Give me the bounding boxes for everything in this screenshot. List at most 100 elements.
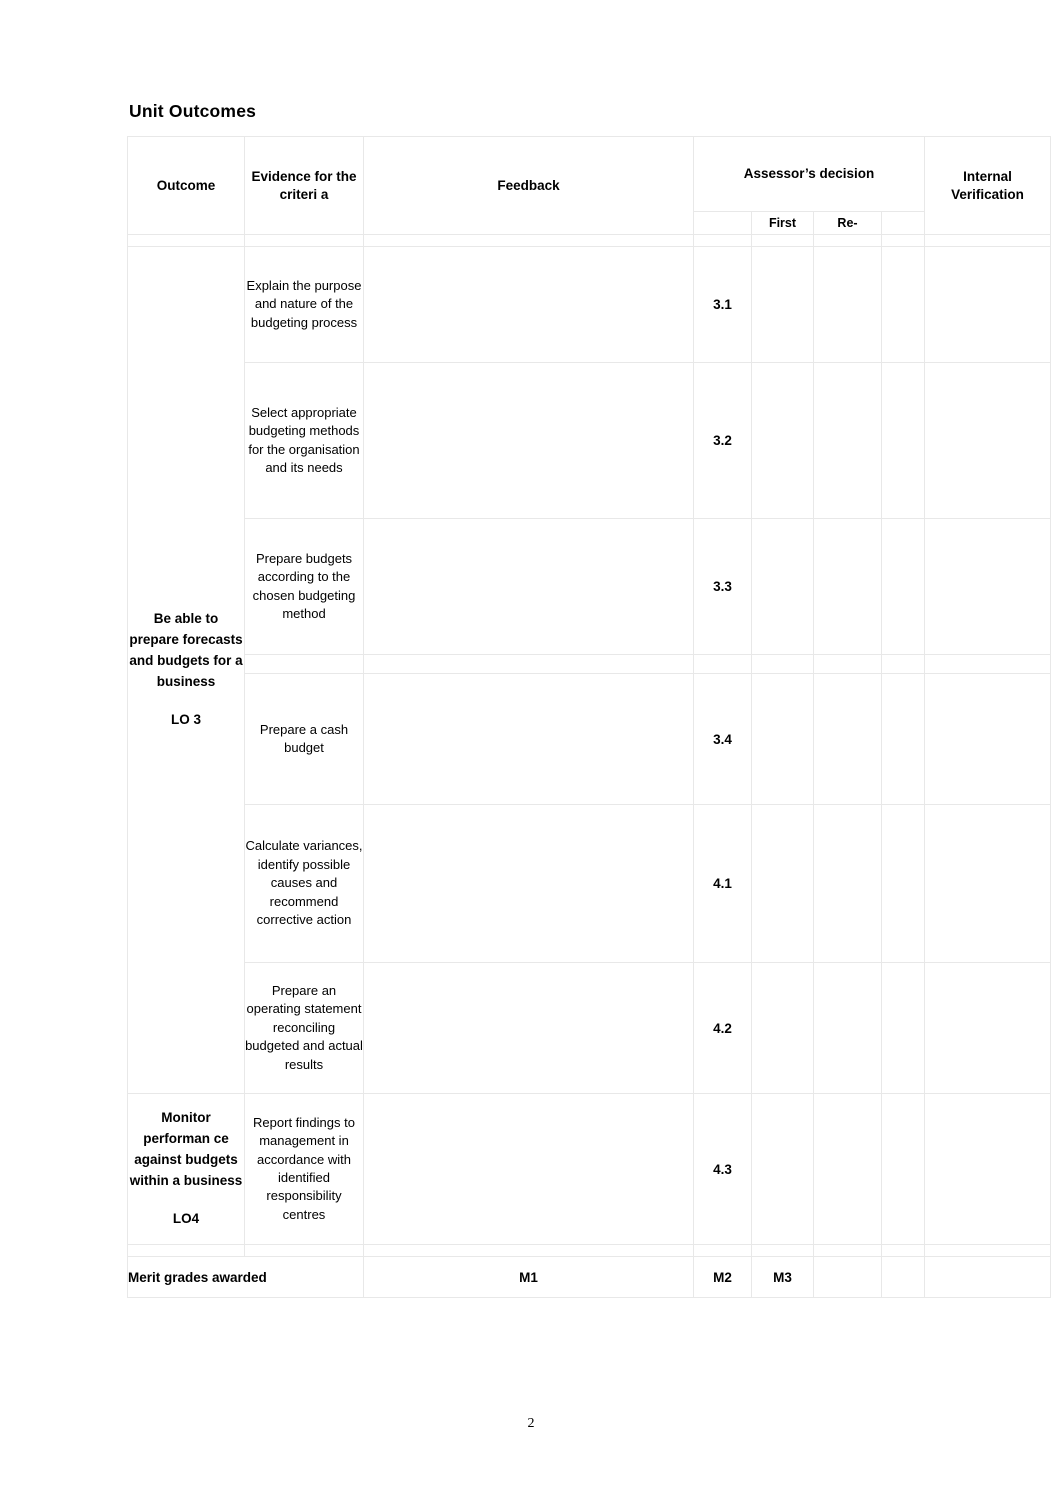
spacer-row-mid xyxy=(128,654,1052,674)
evidence-4-3: Report findings to management in accorda… xyxy=(244,1093,364,1245)
merit-m1[interactable]: M1 xyxy=(363,1256,694,1298)
blank-4-3 xyxy=(880,1093,926,1245)
criteria-3-1: 3.1 xyxy=(693,246,752,363)
merit-iv[interactable] xyxy=(924,1256,1052,1298)
unit-outcomes-table: Outcome Evidence for the criteri a Feedb… xyxy=(127,136,1052,1298)
first-3-3[interactable] xyxy=(751,518,814,655)
criteria-4-2: 4.2 xyxy=(693,962,752,1094)
iv-4-3[interactable] xyxy=(924,1093,1052,1245)
blank-3-2 xyxy=(880,362,926,519)
evidence-3-3: Prepare budgets according to the chosen … xyxy=(244,518,364,655)
criteria-3-4: 3.4 xyxy=(693,673,752,805)
first-4-1[interactable] xyxy=(751,804,814,963)
subheader-crit-blank xyxy=(693,211,752,235)
re-3-4[interactable] xyxy=(813,673,882,805)
table-row: Select appropriate budgeting methods for… xyxy=(128,362,1052,519)
spacer-mid-blank xyxy=(880,654,926,674)
feedback-4-1[interactable] xyxy=(363,804,694,963)
spacer-feedback xyxy=(363,234,694,247)
spacer-bottom-crit xyxy=(693,1244,752,1257)
spacer-first xyxy=(751,234,814,247)
spacer-bottom-iv xyxy=(924,1244,1052,1257)
first-4-2[interactable] xyxy=(751,962,814,1094)
re-4-2[interactable] xyxy=(813,962,882,1094)
first-3-1[interactable] xyxy=(751,246,814,363)
feedback-4-2[interactable] xyxy=(363,962,694,1094)
spacer-mid-feedback xyxy=(363,654,694,674)
header-feedback: Feedback xyxy=(363,136,694,235)
spacer-row-bottom xyxy=(127,1244,1052,1257)
criteria-4-3: 4.3 xyxy=(693,1093,752,1245)
blank-3-4 xyxy=(880,673,926,805)
subheader-blank xyxy=(880,211,926,235)
merit-m3[interactable]: M3 xyxy=(751,1256,814,1298)
iv-3-3[interactable] xyxy=(924,518,1052,655)
evidence-4-1: Calculate variances, identify possible c… xyxy=(244,804,364,963)
outcome-lo4: Monitor performan ce against budgets wit… xyxy=(127,1093,245,1245)
outcome-lo4-title: Monitor performan ce against budgets wit… xyxy=(129,1110,243,1188)
spacer-mid-crit xyxy=(693,654,752,674)
table-row: Prepare an operating statement reconcili… xyxy=(128,962,1052,1094)
re-4-1[interactable] xyxy=(813,804,882,963)
re-3-3[interactable] xyxy=(813,518,882,655)
table-row: Calculate variances, identify possible c… xyxy=(128,804,1052,963)
spacer-bottom-re xyxy=(813,1244,882,1257)
spacer-bottom-first xyxy=(751,1244,814,1257)
re-3-2[interactable] xyxy=(813,362,882,519)
merit-grades-row: Merit grades awarded M1 M2 M3 xyxy=(127,1256,1052,1298)
merit-blank-1 xyxy=(813,1256,882,1298)
iv-3-4[interactable] xyxy=(924,673,1052,805)
iv-4-2[interactable] xyxy=(924,962,1052,1094)
merit-m2[interactable]: M2 xyxy=(693,1256,752,1298)
spacer-evidence xyxy=(244,234,364,247)
spacer-mid-iv xyxy=(924,654,1052,674)
feedback-4-3[interactable] xyxy=(363,1093,694,1245)
blank-3-1 xyxy=(880,246,926,363)
document-page: Unit Outcomes Outcome Evidence for the c… xyxy=(0,0,1062,1506)
iv-3-1[interactable] xyxy=(924,246,1052,363)
spacer-bottom-evidence xyxy=(244,1244,364,1257)
criteria-3-3: 3.3 xyxy=(693,518,752,655)
blank-4-2 xyxy=(880,962,926,1094)
header-evidence: Evidence for the criteri a xyxy=(244,136,364,235)
outcome-lo4-code: LO4 xyxy=(172,1210,200,1226)
spacer-outcome xyxy=(127,234,245,247)
criteria-4-1: 4.1 xyxy=(693,804,752,963)
table-row: Be able to prepare forecasts and budgets… xyxy=(127,246,1052,1094)
feedback-3-3[interactable] xyxy=(363,518,694,655)
evidence-3-4: Prepare a cash budget xyxy=(244,673,364,805)
header-assessor-decision: Assessor’s decision xyxy=(692,136,926,212)
iv-4-1[interactable] xyxy=(924,804,1052,963)
first-4-3[interactable] xyxy=(751,1093,814,1245)
re-4-3[interactable] xyxy=(813,1093,882,1245)
spacer-row-top xyxy=(127,234,1052,247)
feedback-3-2[interactable] xyxy=(363,362,694,519)
feedback-3-4[interactable] xyxy=(363,673,694,805)
spacer-blank xyxy=(880,234,926,247)
outcome-lo3-title: Be able to prepare forecasts and budgets… xyxy=(129,611,243,689)
first-3-4[interactable] xyxy=(751,673,814,805)
iv-3-2[interactable] xyxy=(924,362,1052,519)
re-3-1[interactable] xyxy=(813,246,882,363)
spacer-bottom-outcome xyxy=(127,1244,245,1257)
merit-blank-2 xyxy=(880,1256,926,1298)
spacer-bottom-blank xyxy=(880,1244,926,1257)
evidence-3-2: Select appropriate budgeting methods for… xyxy=(244,362,364,519)
table-row: Monitor performan ce against budgets wit… xyxy=(127,1093,1052,1245)
spacer-iv xyxy=(924,234,1052,247)
evidence-3-1: Explain the purpose and nature of the bu… xyxy=(244,246,364,363)
blank-4-1 xyxy=(880,804,926,963)
page-number: 2 xyxy=(527,1416,535,1431)
merit-grades-label: Merit grades awarded xyxy=(127,1256,364,1298)
spacer-mid-evidence xyxy=(244,654,364,674)
spacer-crit xyxy=(693,234,752,247)
spacer-mid-re xyxy=(813,654,882,674)
blank-3-3 xyxy=(880,518,926,655)
page-title: Unit Outcomes xyxy=(129,101,257,121)
feedback-3-1[interactable] xyxy=(363,246,694,363)
subheader-first: First xyxy=(751,211,814,235)
spacer-re xyxy=(813,234,882,247)
first-3-2[interactable] xyxy=(751,362,814,519)
spacer-bottom-feedback xyxy=(363,1244,694,1257)
header-internal-verification: Internal Verification xyxy=(924,136,1052,235)
